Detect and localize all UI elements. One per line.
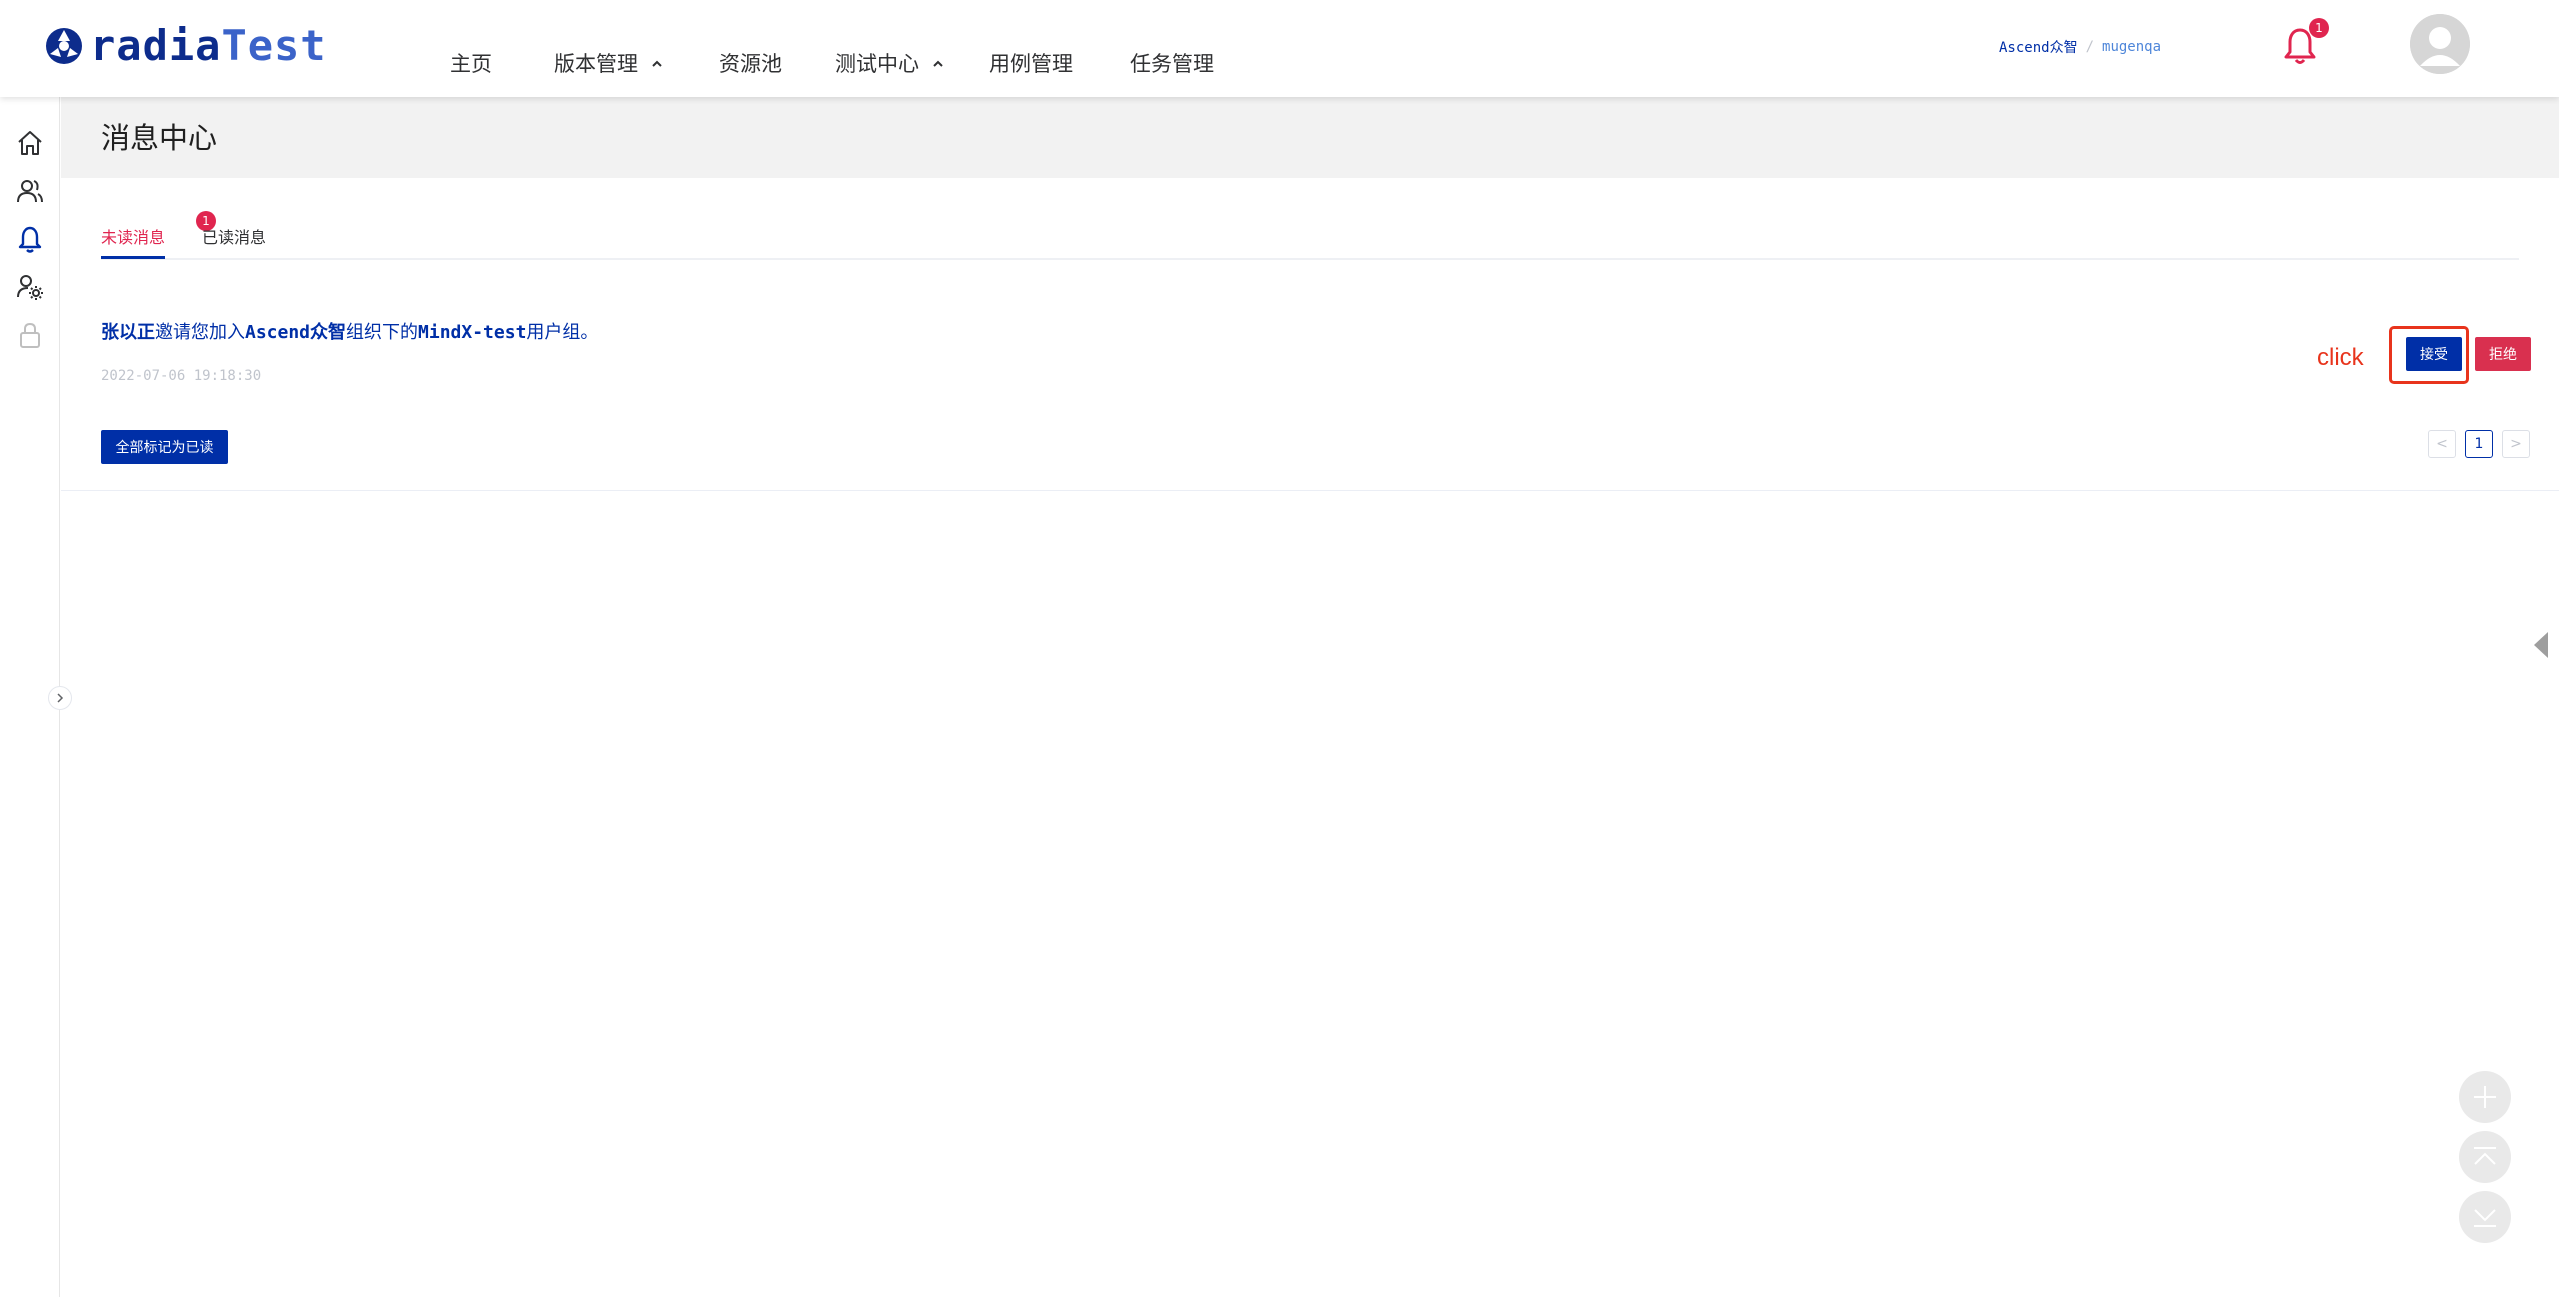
page-header: 消息中心 (61, 97, 2559, 178)
sidebar-item-users[interactable] (14, 175, 46, 207)
sidebar-collapse-toggle[interactable] (48, 686, 72, 710)
message-org: Ascend众智 (245, 322, 347, 343)
sidebar-item-permissions[interactable] (14, 319, 46, 351)
lock-icon (20, 322, 40, 348)
org-user-separator: / (2085, 39, 2095, 55)
nav-task-management[interactable]: 任务管理 (1130, 46, 1214, 82)
pagination-next-button[interactable]: > (2502, 430, 2530, 458)
nav-version-management[interactable]: 版本管理 (554, 46, 664, 82)
message-sender: 张以正 (101, 322, 155, 343)
logo-text-part2: Test (221, 21, 327, 70)
user-name[interactable]: mugenqa (2102, 39, 2161, 55)
float-scroll-top-button[interactable] (2459, 1131, 2511, 1183)
org-user-info: Ascend众智 / mugenqa (1999, 36, 2161, 58)
chevron-up-icon (933, 60, 943, 67)
message-text: 张以正邀请您加入Ascend众智组织下的MindX-test用户组。 (101, 320, 598, 346)
message-timestamp: 2022-07-06 19:18:30 (101, 368, 262, 384)
message-text-part1: 邀请您加入 (155, 322, 245, 343)
top-header: radiaTest 主页 版本管理 资源池 测试中心 用例管理 任务管理 Asc… (0, 0, 2559, 97)
float-add-button[interactable] (2459, 1071, 2511, 1123)
nav-home-label: 主页 (450, 52, 492, 76)
page-title: 消息中心 (101, 121, 218, 155)
user-avatar-icon (2410, 14, 2470, 74)
home-icon (18, 131, 42, 155)
chevron-right-icon (57, 693, 64, 703)
user-settings-icon (17, 275, 43, 300)
mark-all-read-button[interactable]: 全部标记为已读 (101, 430, 228, 464)
tab-read[interactable]: 已读消息 (202, 220, 266, 256)
pagination: < 1 > (2419, 430, 2530, 460)
message-text-part2: 组织下的 (346, 322, 419, 343)
plus-icon (2474, 1086, 2496, 1108)
nav-case-management[interactable]: 用例管理 (989, 46, 1073, 82)
avatar[interactable] (2410, 14, 2470, 74)
bell-icon (18, 226, 42, 253)
message-panel: 未读消息 1 已读消息 张以正邀请您加入Ascend众智组织下的MindX-te… (61, 178, 2559, 491)
nav-resource-pool[interactable]: 资源池 (719, 46, 782, 82)
logo-text: radiaTest (90, 22, 327, 70)
org-name[interactable]: Ascend众智 (1999, 37, 2078, 57)
reject-button[interactable]: 拒绝 (2475, 337, 2531, 371)
pagination-page-1[interactable]: 1 (2465, 430, 2493, 458)
users-icon (17, 180, 43, 203)
sidebar-item-user-settings[interactable] (14, 271, 46, 303)
nav-test-center-label: 测试中心 (835, 52, 919, 76)
caret-left-icon[interactable] (2530, 630, 2552, 660)
nav-resource-pool-label: 资源池 (719, 52, 782, 76)
tab-unread[interactable]: 未读消息 (101, 220, 165, 256)
nav-task-management-label: 任务管理 (1130, 52, 1214, 76)
logo-text-part1: radia (90, 21, 222, 70)
scroll-to-bottom-icon (2474, 1209, 2496, 1227)
nav-version-management-label: 版本管理 (554, 52, 638, 76)
message-text-part3: 用户组。 (526, 322, 599, 343)
notification-badge: 1 (2309, 18, 2329, 38)
logo[interactable]: radiaTest (44, 22, 327, 70)
chevron-up-icon (652, 60, 662, 67)
nav-case-management-label: 用例管理 (989, 52, 1073, 76)
accept-button[interactable]: 接受 (2406, 337, 2462, 371)
active-tab-indicator (101, 256, 165, 259)
nav-test-center[interactable]: 测试中心 (835, 46, 945, 82)
radiation-logo-icon (46, 28, 82, 64)
message-tabs: 未读消息 1 已读消息 (101, 178, 2519, 260)
message-group: MindX-test (418, 322, 527, 343)
sidebar-item-messages[interactable] (14, 223, 46, 255)
pagination-prev-button[interactable]: < (2428, 430, 2456, 458)
nav-home[interactable]: 主页 (450, 46, 492, 82)
scroll-to-top-icon (2474, 1147, 2496, 1165)
float-scroll-bottom-button[interactable] (2459, 1191, 2511, 1243)
sidebar-item-home[interactable] (14, 127, 46, 159)
click-annotation-label: click (2317, 344, 2364, 371)
